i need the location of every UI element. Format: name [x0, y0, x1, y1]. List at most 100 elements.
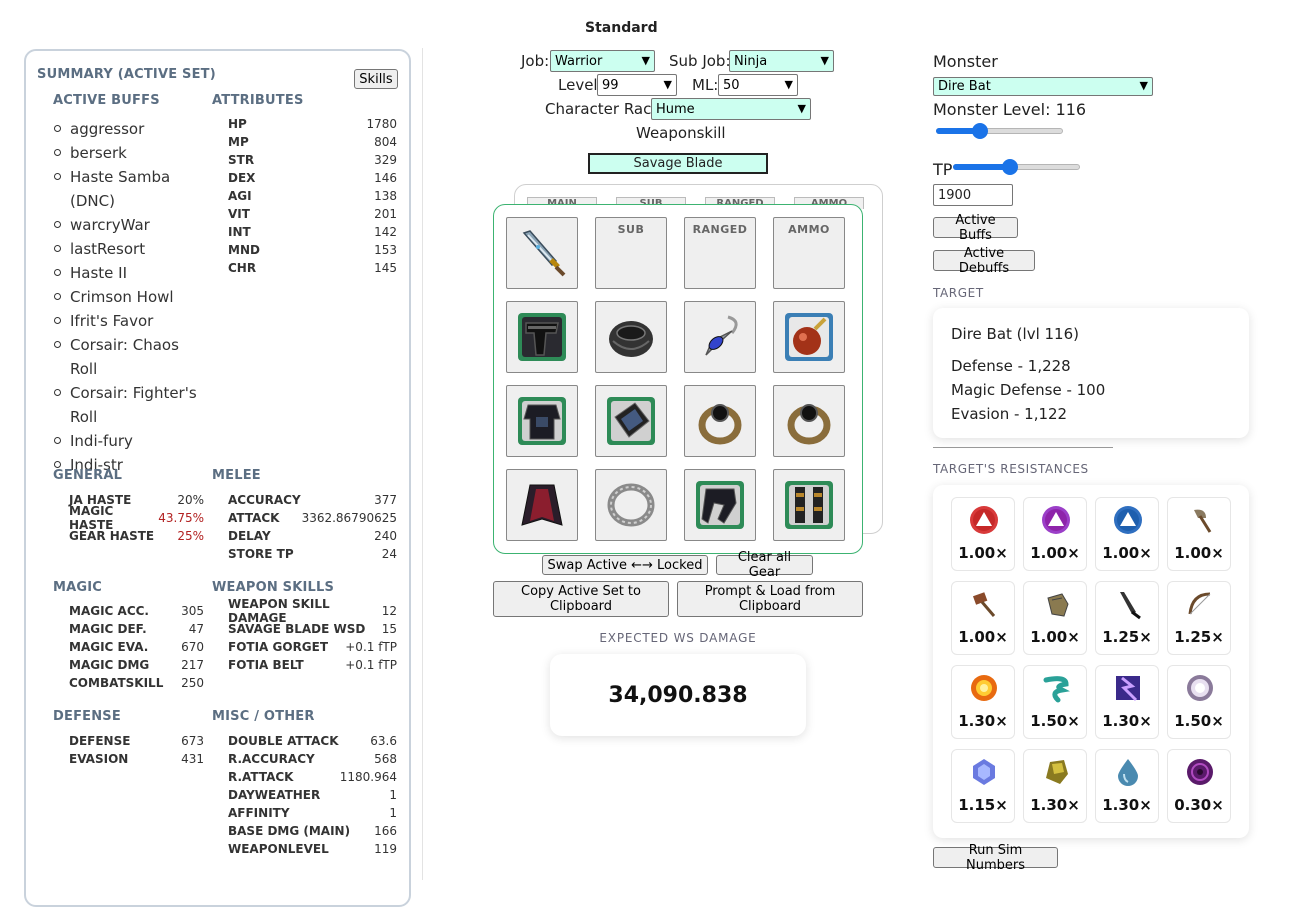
- stat-label: WEAPON SKILL DAMAGE: [228, 597, 330, 625]
- stat-label: CHR: [228, 261, 257, 275]
- level-value: 99: [602, 77, 619, 93]
- swap-active-locked-button[interactable]: Swap Active ←→ Locked: [542, 555, 708, 575]
- resistance-value: 1.30×: [1030, 796, 1080, 814]
- general-title: GENERAL: [53, 468, 123, 483]
- resistance-value: 1.00×: [958, 544, 1008, 562]
- katana-icon: [1120, 592, 1141, 620]
- stat-value: 20%: [177, 493, 204, 507]
- stat-label: MP: [228, 135, 249, 149]
- summary-panel: SUMMARY (ACTIVE SET) Skills ACTIVE BUFFS…: [24, 49, 411, 907]
- subjob-select[interactable]: Ninja ▼: [729, 50, 834, 72]
- sword-icon: [522, 230, 566, 277]
- divider: [933, 447, 1113, 448]
- target-magic-defense: Magic Defense - 100: [951, 381, 1106, 399]
- stat-value: 146: [374, 171, 397, 185]
- resistance-cell: 1.50×: [1167, 665, 1231, 739]
- resistance-value: 1.25×: [1174, 628, 1224, 646]
- resistance-value: 1.00×: [1030, 628, 1080, 646]
- light-icon: [1187, 675, 1213, 701]
- race-label: Character Race: [545, 100, 661, 118]
- subjob-value: Ninja: [734, 53, 768, 69]
- stat-row: MAGIC EVA. 670: [69, 638, 204, 656]
- gear-slot-legs[interactable]: [684, 469, 756, 541]
- level-select[interactable]: 99 ▼: [597, 74, 677, 96]
- gear-slot-ring1[interactable]: [684, 385, 756, 457]
- resistance-cell: 1.15×: [951, 749, 1015, 823]
- active-buffs-list: aggressor berserk Haste Samba (DNC) warcryW…: [54, 117, 204, 477]
- monster-level-slider[interactable]: [936, 123, 1063, 139]
- copy-set-button[interactable]: Copy Active Set to Clipboard: [493, 581, 669, 617]
- clear-all-gear-button[interactable]: Clear all Gear: [716, 550, 813, 580]
- gear-slot-main[interactable]: [506, 217, 578, 289]
- gear-slot-neck[interactable]: [595, 301, 667, 373]
- stat-row: CHR 145: [228, 259, 397, 277]
- ml-select[interactable]: 50 ▼: [718, 74, 798, 96]
- job-label: Job:: [521, 52, 550, 70]
- stat-value: 145: [374, 261, 397, 275]
- slashing-triangle-red-icon: [970, 506, 998, 534]
- hammer-icon: [972, 592, 996, 617]
- stat-value: 673: [181, 734, 204, 748]
- earring-icon: [785, 313, 833, 361]
- race-value: Hume: [656, 101, 695, 117]
- active-buffs-button[interactable]: Active Buffs: [933, 213, 1018, 243]
- race-select[interactable]: Hume ▼: [651, 98, 811, 120]
- gear-slot-ranged[interactable]: RANGED: [684, 217, 756, 289]
- active-buff-item: Indi-fury: [54, 429, 204, 453]
- gear-slot-head[interactable]: [506, 301, 578, 373]
- weapon-skills-list: WEAPON SKILL DAMAGE 12 SAVAGE BLADE WSD 15 F…: [228, 597, 397, 674]
- tp-slider[interactable]: [953, 159, 1080, 175]
- gorget-icon: [609, 321, 653, 357]
- gear-slot-sub[interactable]: SUB: [595, 217, 667, 289]
- slider-knob[interactable]: [972, 123, 989, 139]
- resistance-cell: 1.30×: [1095, 749, 1159, 823]
- stat-value: +0.1 fTP: [345, 640, 397, 654]
- gear-slot-hands[interactable]: [595, 385, 667, 457]
- stat-row: COMBATSKILL 250: [69, 674, 204, 692]
- resistance-value: 1.30×: [1102, 796, 1152, 814]
- stat-row: HP 1780: [228, 115, 397, 133]
- stat-row: STORE TP 24: [228, 545, 397, 563]
- tp-input[interactable]: 1900: [933, 184, 1013, 206]
- gear-slot-ear2[interactable]: [773, 301, 845, 373]
- resistance-value: 1.00×: [1102, 544, 1152, 562]
- active-debuffs-button[interactable]: Active Debuffs: [933, 246, 1035, 276]
- resistance-cell: 1.30×: [951, 665, 1015, 739]
- stat-row: DOUBLE ATTACK 63.6: [228, 732, 397, 750]
- gear-slot-back[interactable]: [506, 469, 578, 541]
- target-title: TARGET: [933, 286, 984, 300]
- gear-slot-ring2[interactable]: [773, 385, 845, 457]
- active-buffs-title: ACTIVE BUFFS: [53, 93, 160, 108]
- active-buff-item: aggressor: [54, 117, 204, 141]
- resistance-cell: 1.00×: [951, 497, 1015, 571]
- resistance-cell: 1.00×: [1095, 497, 1159, 571]
- gear-slot-feet[interactable]: [773, 469, 845, 541]
- weaponskill-select[interactable]: Savage Blade: [588, 153, 768, 174]
- monster-level-label: Monster Level: 116: [933, 100, 1087, 119]
- stat-value: 377: [374, 493, 397, 507]
- monster-select[interactable]: Dire Bat ▼: [933, 77, 1153, 96]
- stat-value: 15: [381, 622, 397, 636]
- gear-slot-ear1[interactable]: [684, 301, 756, 373]
- slider-knob[interactable]: [1002, 159, 1019, 175]
- run-sim-button[interactable]: Run Sim Numbers: [933, 843, 1058, 873]
- resistance-cell: 0.30×: [1167, 749, 1231, 823]
- stat-value: 25%: [177, 529, 204, 543]
- stat-row: BASE DMG (MAIN) 166: [228, 822, 397, 840]
- skills-button[interactable]: Skills: [354, 69, 398, 89]
- resistance-value: 1.30×: [958, 712, 1008, 730]
- subjob-label: Sub Job:: [669, 52, 731, 70]
- general-list: JA HASTE 20% MAGIC HASTE 43.75% GEAR HASTE 25…: [69, 491, 204, 545]
- gear-slot-body[interactable]: [506, 385, 578, 457]
- job-select[interactable]: Warrior ▼: [550, 50, 655, 72]
- resistance-cell: 1.00×: [1023, 581, 1087, 655]
- stat-label: R.ACCURACY: [228, 752, 315, 766]
- stat-value: 142: [374, 225, 397, 239]
- load-clipboard-button[interactable]: Prompt & Load from Clipboard: [677, 581, 863, 617]
- stat-value: 63.6: [370, 734, 397, 748]
- stat-row: FOTIA GORGET +0.1 fTP: [228, 638, 397, 656]
- gear-slot-waist[interactable]: [595, 469, 667, 541]
- stat-label: EVASION: [69, 752, 129, 766]
- gear-slot-ammo[interactable]: AMMO: [773, 217, 845, 289]
- attributes-title: ATTRIBUTES: [212, 93, 304, 108]
